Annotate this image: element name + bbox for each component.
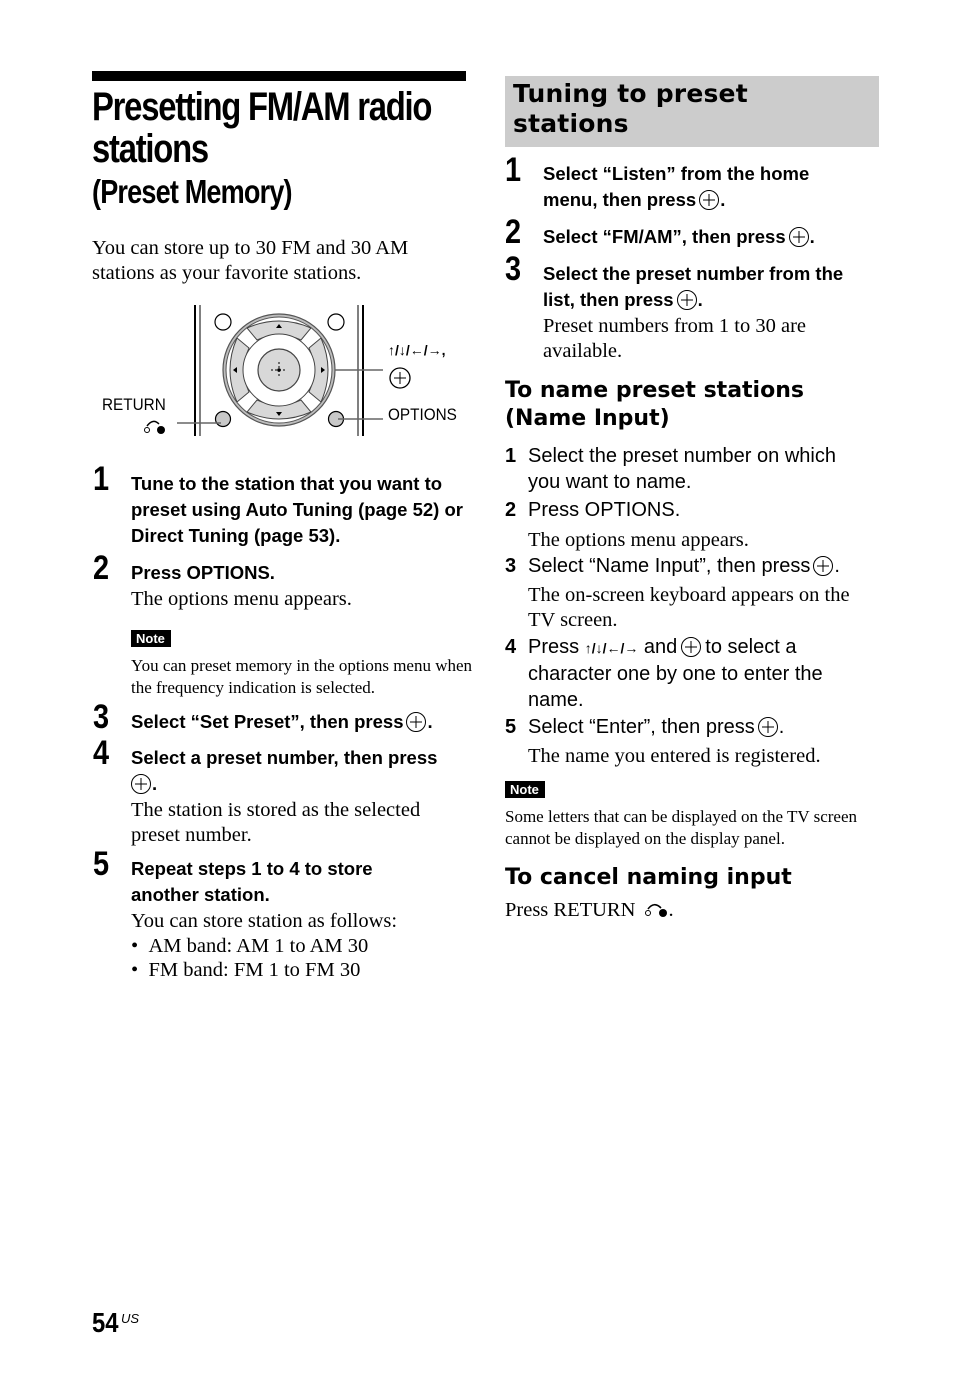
name-step-3-body: The on-screen keyboard appears on the TV… (528, 584, 850, 631)
heading-line: To name preset stations (505, 378, 804, 403)
step-number: 2 (505, 213, 522, 251)
enter-icon (406, 712, 427, 732)
step-3-heading: Select “Set Preset”, then press. (131, 709, 433, 735)
page-region-suffix: US (121, 1311, 140, 1326)
enter-icon (699, 190, 720, 210)
period: . (834, 555, 840, 577)
step-4-heading: Select a preset number, then press. (131, 745, 471, 797)
period: . (778, 716, 785, 738)
name-step-5-text: Select “Enter”, then press. (528, 714, 784, 740)
step-number: 2 (505, 499, 517, 521)
step-3-heading-text: Select “Set Preset”, then press (131, 711, 404, 732)
intro-paragraph: You can store up to 30 FM and 30 AM stat… (92, 237, 409, 284)
name-step-2-text: Press OPTIONS. (528, 499, 681, 521)
arrow-keys-label: ↑/↓/←/→, (388, 342, 446, 358)
page-title-line2: stations (92, 127, 209, 171)
page-number: 54 (92, 1307, 119, 1338)
step-text: to select a (705, 636, 797, 658)
step-4-body: The station is stored as the selected pr… (131, 799, 421, 846)
step-2-heading: Press OPTIONS. (131, 562, 275, 583)
step-5-body: You can store station as follows: (131, 910, 398, 932)
heading-line: menu, then press (543, 189, 697, 210)
step-text: Select “Name Input”, then press (528, 555, 811, 577)
step-number: 1 (505, 445, 517, 467)
step-text: Press (528, 636, 580, 658)
tune-step-1-heading: Select “Listen” from the home menu, then… (543, 161, 809, 213)
step-number: 1 (505, 151, 522, 189)
name-step-5-body: The name you entered is registered. (528, 745, 821, 767)
period: . (668, 899, 674, 921)
section-title-line2: stations (513, 109, 629, 138)
heading-line: Select “Listen” from the home (543, 163, 810, 184)
arrow-keys-icon: ↑/↓/←/→ (584, 640, 639, 656)
enter-icon (757, 717, 778, 737)
heading-line: list, then press (543, 289, 674, 310)
note-text: Some letters that can be displayed on th… (505, 807, 858, 848)
name-step-1-text: Select the preset number on which you wa… (528, 445, 836, 493)
note-text: You can preset memory in the options men… (131, 656, 473, 697)
name-step-3-text: Select “Name Input”, then press. (528, 553, 840, 579)
bullet-item: • AM band: AM 1 to AM 30 (131, 935, 369, 957)
period: . (697, 289, 703, 310)
cancel-text-body: Press RETURN (505, 899, 636, 921)
enter-icon (788, 227, 809, 247)
tune-step-3-body: Preset numbers from 1 to 30 are availabl… (543, 315, 807, 362)
note-badge: Note (131, 630, 171, 647)
step-number: 4 (93, 734, 110, 772)
enter-icon (131, 774, 151, 794)
remote-diagram: RETURN OPTIONS ↑/↓/←/→, (95, 300, 470, 440)
bullet-text: AM band: AM 1 to AM 30 (148, 935, 369, 957)
cancel-text: Press RETURN . (505, 898, 674, 923)
step-number: 3 (93, 698, 110, 736)
name-step-4-text: Press ↑/↓/←/→ and to select a character o… (528, 634, 873, 713)
step-number: 1 (93, 460, 110, 498)
return-icon (644, 903, 667, 917)
top-left-button (214, 313, 232, 331)
return-key (214, 410, 232, 428)
page-subtitle: (Preset Memory) (92, 173, 293, 210)
step-5-heading: Repeat steps 1 to 4 to store another sta… (131, 858, 373, 905)
step-2-body: The options menu appears. (131, 588, 352, 610)
period: . (720, 189, 726, 210)
step-number: 3 (505, 250, 522, 288)
section-title-line1: Tuning to preset (513, 79, 748, 108)
nav-pad (222, 313, 336, 427)
return-icon (144, 420, 165, 434)
enter-icon (813, 556, 834, 576)
period: . (809, 226, 815, 247)
enter-icon (389, 367, 411, 389)
step-text: character one by one to enter the name. (528, 663, 823, 711)
step-1-heading: Tune to the station that you want to pre… (131, 473, 463, 546)
tune-step-2-heading: Select “FM/AM”, then press. (543, 224, 815, 250)
name-step-2-body: The options menu appears. (528, 529, 749, 551)
step-number: 2 (93, 549, 110, 587)
period: . (152, 773, 158, 794)
enter-icon (681, 637, 702, 657)
options-label: OPTIONS (388, 405, 457, 424)
top-right-button (327, 313, 345, 331)
heading-line: Select the preset number from the (543, 263, 844, 284)
bullet-text: FM band: FM 1 to FM 30 (148, 959, 361, 981)
tune-step-3-heading: Select the preset number from the list, … (543, 261, 843, 313)
bullet-item: • FM band: FM 1 to FM 30 (131, 959, 361, 981)
heading-line: (Name Input) (505, 406, 670, 431)
step-number: 4 (505, 636, 517, 658)
step-number: 5 (505, 716, 517, 738)
step-number: 5 (93, 845, 110, 883)
page-title-line1: Presetting FM/AM radio (92, 85, 432, 129)
step-text: and (643, 636, 678, 658)
step-text: Select “Enter”, then press (528, 716, 755, 738)
section-title: Tuning to preset stations (513, 79, 748, 139)
title-rule (92, 71, 466, 81)
name-input-heading: To name preset stations (Name Input) (505, 377, 804, 433)
return-label: RETURN (102, 395, 166, 414)
page-title: Presetting FM/AM radio stations (92, 86, 432, 171)
cancel-heading: To cancel naming input (505, 865, 792, 890)
heading-text: Select “FM/AM”, then press (543, 226, 786, 247)
step-4-heading-text: Select a preset number, then press (131, 747, 438, 768)
note-badge: Note (505, 781, 545, 798)
enter-icon (676, 290, 697, 310)
step-number: 3 (505, 555, 517, 577)
period: . (427, 711, 433, 732)
